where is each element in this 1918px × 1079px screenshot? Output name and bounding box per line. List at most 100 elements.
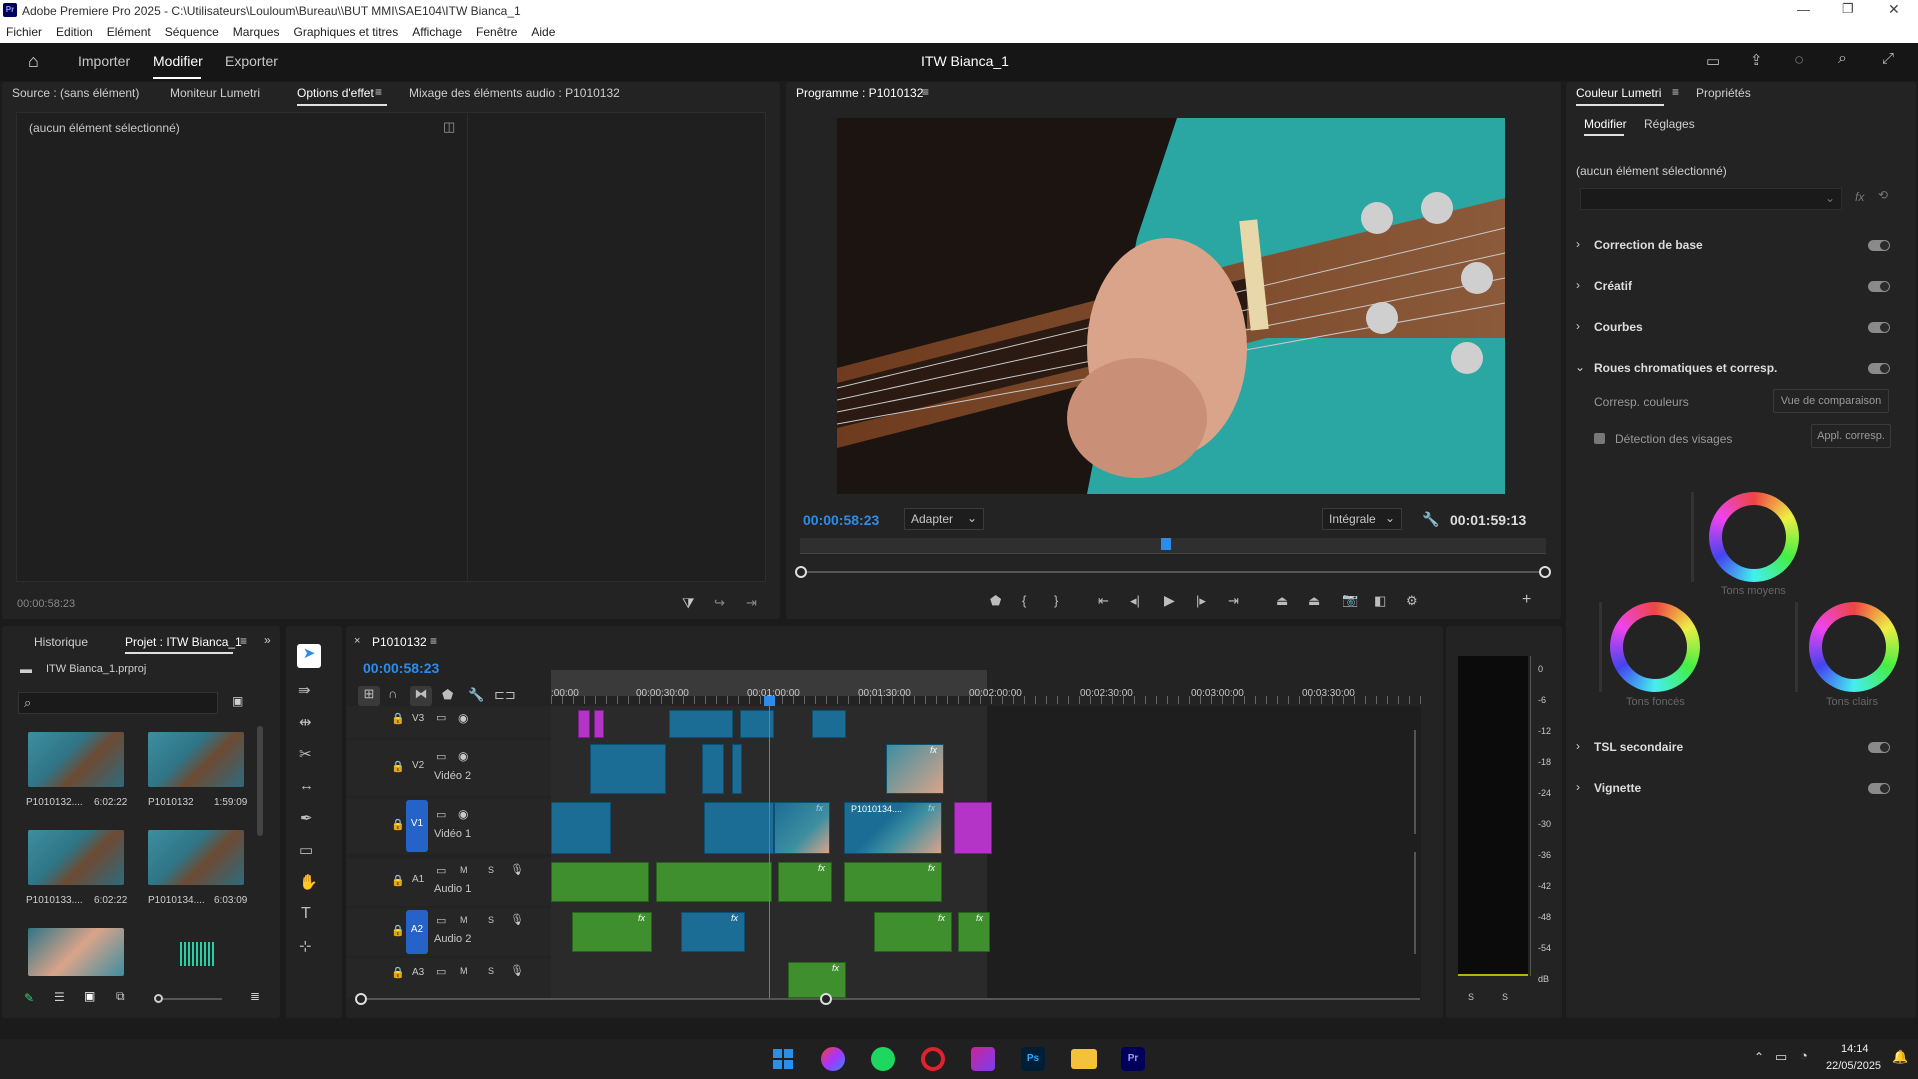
project-search-input[interactable]: ⌕ — [18, 692, 218, 714]
step-back-icon[interactable]: ◂| — [1130, 593, 1140, 609]
opera-icon[interactable] — [921, 1047, 945, 1071]
mark-in-icon[interactable]: { — [1022, 593, 1026, 608]
loop-icon[interactable]: ↪ — [714, 595, 725, 611]
nav-import[interactable]: Importer — [78, 53, 130, 69]
mute-button[interactable]: M — [460, 865, 468, 875]
sync-icon[interactable]: ▭ — [436, 864, 446, 877]
audio-clip[interactable]: fx — [958, 912, 990, 952]
program-playhead[interactable] — [1160, 538, 1171, 550]
track-header-a3[interactable]: 🔒 A3 ▭ M S 🎙 — [346, 958, 551, 998]
shadows-slider[interactable] — [1599, 602, 1602, 692]
display-icon[interactable]: ▭ — [1775, 1049, 1787, 1065]
freeform-view-icon[interactable]: ⧉ — [116, 989, 125, 1004]
video-clip[interactable] — [590, 744, 666, 794]
video-clip[interactable] — [812, 710, 846, 738]
solo-right-button[interactable]: S — [1502, 992, 1508, 1002]
maximize-icon[interactable]: ❐ — [1842, 1, 1854, 17]
solo-left-button[interactable]: S — [1468, 992, 1474, 1002]
premiere-icon[interactable]: Pr — [1121, 1047, 1145, 1071]
lock-icon[interactable]: 🔒 — [391, 712, 405, 725]
menu-affichage[interactable]: Affichage — [412, 25, 462, 39]
section-basic-correction[interactable]: › Correction de base — [1566, 232, 1916, 258]
track-header-a1[interactable]: 🔒 A1 ▭ M S 🎙 Audio 1 — [346, 858, 551, 906]
audio-clip[interactable]: fx — [874, 912, 952, 952]
tab-audio-mixer[interactable]: Mixage des éléments audio : P1010132 — [409, 86, 620, 100]
time-ruler[interactable]: :00:00 00:00:30:00 00:01:00:00 00:01:30:… — [551, 670, 1421, 706]
project-scrollbar[interactable] — [257, 726, 263, 836]
fullscreen-icon[interactable]: ⤢ — [1882, 50, 1894, 67]
play-icon[interactable]: ▶ — [1164, 592, 1175, 609]
nav-edit[interactable]: Modifier — [153, 53, 203, 69]
zoom-scrollbar[interactable] — [795, 566, 1551, 578]
toggle-timeline-icon[interactable]: ◫ — [443, 119, 455, 135]
nest-icon[interactable]: ⊞ — [358, 686, 380, 706]
section-curves[interactable]: › Courbes — [1566, 314, 1916, 340]
tray-chevron-icon[interactable]: ⌃ — [1754, 1050, 1764, 1064]
menu-edition[interactable]: Edition — [56, 25, 93, 39]
export-frame-icon[interactable]: ⇥ — [746, 595, 757, 611]
track-select-tool-icon[interactable]: ⇛ — [298, 681, 311, 699]
vr-icon[interactable]: ⚙ — [1406, 593, 1418, 609]
reset-icon[interactable]: ⟲ — [1878, 188, 1888, 202]
audio-clip[interactable]: fx — [572, 912, 652, 952]
home-icon[interactable]: ⌂ — [28, 51, 39, 72]
audio-clip[interactable]: fx — [778, 862, 832, 902]
face-detect-checkbox[interactable] — [1594, 433, 1605, 444]
workspaces-icon[interactable]: ▭ — [1706, 52, 1720, 70]
eye-icon[interactable]: ◉ — [458, 711, 468, 725]
nav-export[interactable]: Exporter — [225, 53, 278, 69]
sync-icon[interactable]: ▭ — [436, 808, 446, 821]
lumetri-menu-icon[interactable]: ≡ — [1672, 85, 1679, 99]
add-button-icon[interactable]: + — [1522, 591, 1531, 609]
sequence-tab[interactable]: P1010132 — [372, 635, 427, 649]
mark-out-icon[interactable]: } — [1054, 593, 1058, 608]
audio-clip-selected[interactable]: fx — [681, 912, 745, 952]
audio-clip[interactable]: fx — [844, 862, 942, 902]
track-header-a2[interactable]: 🔒 A2 ▭ M S 🎙 Audio 2 — [346, 908, 551, 956]
video-clip[interactable]: fx — [886, 744, 944, 794]
section-toggle[interactable] — [1868, 281, 1890, 292]
new-bin-icon[interactable]: ▣ — [232, 694, 243, 708]
sort-icon[interactable]: ≣ — [250, 989, 260, 1003]
quality-dropdown[interactable]: Intégrale ⌄ — [1322, 508, 1402, 530]
subtab-modifier[interactable]: Modifier — [1584, 117, 1627, 131]
video-clip[interactable] — [704, 802, 774, 854]
section-creative[interactable]: › Créatif — [1566, 273, 1916, 299]
wifi-icon[interactable]: ◔ — [1800, 1048, 1808, 1063]
windows-start-icon[interactable] — [773, 1049, 793, 1069]
tab-lumetri-monitor[interactable]: Moniteur Lumetri — [170, 86, 260, 100]
audio-clip[interactable] — [551, 862, 649, 902]
timeline-timecode[interactable]: 00:00:58:23 — [363, 660, 439, 676]
project-item-thumbnail[interactable] — [148, 732, 244, 787]
panel-menu-icon[interactable]: ≡ — [375, 85, 382, 99]
progress-icon[interactable]: ○ — [1794, 50, 1804, 70]
track-target-v1[interactable]: V1 — [406, 800, 428, 852]
tab-effect-controls[interactable]: Options d'effet — [297, 86, 374, 100]
track-target-a2[interactable]: A2 — [406, 910, 428, 954]
sync-icon[interactable]: ▭ — [436, 750, 446, 763]
camera-icon[interactable]: 📷 — [1342, 592, 1358, 608]
sync-icon[interactable]: ▭ — [436, 914, 446, 927]
tab-lumetri-color[interactable]: Couleur Lumetri — [1576, 86, 1661, 100]
linked-selection-icon[interactable]: ⧓ — [410, 686, 432, 706]
section-vignette[interactable]: › Vignette — [1566, 775, 1916, 801]
timeline-settings-icon[interactable]: 🔧 — [468, 687, 484, 703]
clock-time[interactable]: 14:14 — [1841, 1043, 1869, 1055]
mute-button[interactable]: M — [460, 966, 468, 976]
adjustment-clip[interactable] — [954, 802, 992, 854]
add-marker-icon[interactable]: ⬟ — [442, 687, 453, 703]
comparison-view-button[interactable]: Vue de comparaison — [1773, 389, 1889, 413]
tab-source[interactable]: Source : (sans élément) — [12, 86, 139, 100]
audio-clip[interactable] — [656, 862, 772, 902]
icon-view-icon[interactable]: ▣ — [84, 989, 95, 1003]
section-toggle[interactable] — [1868, 742, 1890, 753]
menu-graphiques[interactable]: Graphiques et titres — [293, 25, 398, 39]
step-forward-icon[interactable]: |▸ — [1196, 593, 1206, 609]
project-item-thumbnail[interactable] — [148, 830, 244, 885]
hand-tool-icon[interactable]: ✋ — [299, 873, 318, 891]
ai-tool-icon[interactable]: ⊹ — [299, 937, 312, 955]
lock-icon[interactable]: 🔒 — [391, 874, 405, 887]
adjustment-clip[interactable] — [594, 710, 604, 738]
mic-icon[interactable]: 🎙 — [510, 863, 524, 876]
pen-tool-icon[interactable]: ✒ — [300, 809, 313, 827]
